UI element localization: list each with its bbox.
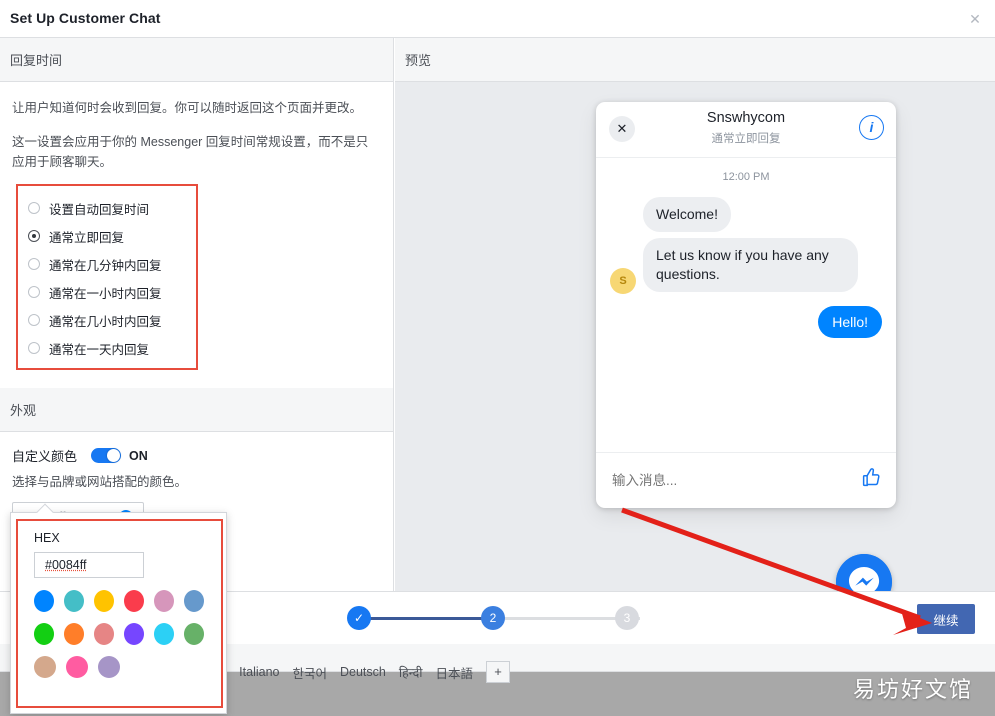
hex-label: HEX (34, 531, 60, 545)
dialog-title-bar: Set Up Customer Chat ✕ (0, 0, 995, 38)
step-track-complete (359, 617, 499, 620)
radio-option-few-hours[interactable]: 通常在几小时内回复 (18, 306, 196, 334)
custom-color-row: 自定义颜色 ON (0, 432, 393, 465)
appearance-section-title: 外观 (10, 403, 37, 418)
color-swatch[interactable] (124, 590, 144, 612)
reply-time-radio-group: 设置自动回复时间 通常立即回复 通常在几分钟内回复 通常在一小时内回复 通常在几… (16, 184, 198, 370)
radio-label: 通常在一小时内回复 (49, 286, 162, 301)
message-row-incoming: Welcome! (596, 183, 896, 236)
chat-message-input[interactable] (612, 473, 812, 488)
preview-section-title: 预览 (405, 53, 432, 68)
reply-time-section-title: 回复时间 (10, 53, 63, 68)
radio-label: 通常在几小时内回复 (49, 314, 162, 329)
color-picker-popover: HEX (10, 503, 227, 714)
reply-time-section-header: 回复时间 (0, 38, 393, 82)
radio-icon-selected (28, 230, 40, 242)
swatch-row (34, 656, 214, 678)
custom-color-toggle[interactable] (91, 448, 122, 463)
step-3-upcoming[interactable]: 3 (615, 606, 639, 630)
step-1-complete[interactable]: ✓ (347, 606, 371, 630)
color-swatch[interactable] (34, 590, 54, 612)
chat-preview-card: ✕ Snswhycom 通常立即回复 i 12:00 PM Welcome! S… (596, 102, 896, 508)
language-item-hindi[interactable]: हिन्दी (399, 664, 423, 681)
radio-icon (28, 314, 40, 326)
color-swatch[interactable] (154, 590, 174, 612)
color-swatch[interactable] (34, 623, 54, 645)
continue-button[interactable]: 继续 (917, 604, 975, 634)
chat-composer (596, 452, 896, 508)
close-icon[interactable]: ✕ (965, 9, 985, 29)
color-swatch[interactable] (184, 590, 204, 612)
color-swatch[interactable] (98, 656, 120, 678)
swatch-row (34, 590, 214, 612)
color-swatch[interactable] (154, 623, 174, 645)
language-item-german[interactable]: Deutsch (340, 665, 386, 679)
color-swatch[interactable] (64, 623, 84, 645)
radio-label: 通常在几分钟内回复 (49, 258, 162, 273)
add-language-button[interactable]: + (486, 661, 510, 683)
chat-header: ✕ Snswhycom 通常立即回复 i (596, 102, 896, 158)
color-swatch-grid (34, 590, 214, 678)
description-line-1: 让用户知道何时会收到回复。你可以随时返回这个页面并更改。 (12, 101, 363, 115)
radio-option-instant-reply[interactable]: 通常立即回复 (18, 222, 196, 250)
radio-label: 通常在一天内回复 (49, 342, 150, 357)
avatar: S (610, 268, 636, 294)
radio-option-one-day[interactable]: 通常在一天内回复 (18, 334, 196, 362)
color-swatch[interactable] (94, 623, 114, 645)
app-root: Set Up Customer Chat ✕ 回复时间 让用户知道何时会收到回复… (0, 0, 995, 716)
radio-icon (28, 258, 40, 270)
color-swatch[interactable] (94, 590, 114, 612)
language-item-italian[interactable]: Italiano (239, 665, 279, 679)
toggle-state-label: ON (129, 448, 148, 463)
message-bubble-questions: Let us know if you have any questions. (643, 238, 858, 292)
reply-time-body: 让用户知道何时会收到回复。你可以随时返回这个页面并更改。 这一设置会应用于你的 … (0, 82, 393, 370)
color-swatch[interactable] (124, 623, 144, 645)
messenger-bubble-icon[interactable] (836, 554, 892, 591)
custom-color-label: 自定义颜色 (12, 449, 78, 464)
watermark: 易坊好文馆 (852, 677, 973, 702)
check-icon: ✓ (353, 611, 365, 625)
info-icon[interactable]: i (859, 115, 884, 140)
radio-icon (28, 286, 40, 298)
preview-section-header: 预览 (395, 38, 995, 82)
color-swatch[interactable] (66, 656, 88, 678)
step-2-current[interactable]: 2 (481, 606, 505, 630)
radio-icon (28, 342, 40, 354)
message-row-outgoing: Hello! (596, 296, 896, 338)
color-swatch[interactable] (64, 590, 84, 612)
radio-label: 通常立即回复 (49, 230, 125, 245)
chat-response-time: 通常立即回复 (711, 133, 781, 145)
appearance-section-header: 外观 (0, 388, 393, 432)
chat-timestamp: 12:00 PM (722, 171, 770, 183)
thumbs-up-icon[interactable] (861, 467, 882, 494)
swatch-row (34, 623, 214, 645)
chat-message-list: 12:00 PM Welcome! S Let us know if you h… (596, 158, 896, 450)
preview-panel: 预览 ✕ Snswhycom 通常立即回复 i 12:00 PM Welcome… (395, 38, 995, 591)
radio-option-one-hour[interactable]: 通常在一小时内回复 (18, 278, 196, 306)
radio-label: 设置自动回复时间 (49, 202, 150, 217)
message-bubble-welcome: Welcome! (643, 197, 731, 232)
language-item-korean[interactable]: 한국어 (292, 663, 327, 682)
radio-icon (28, 202, 40, 214)
hex-input[interactable] (34, 552, 144, 578)
custom-color-description: 选择与品牌或网站搭配的颜色。 (12, 475, 188, 489)
message-bubble-hello: Hello! (818, 306, 882, 338)
page-title: Set Up Customer Chat (10, 10, 161, 26)
settings-panel: 回复时间 让用户知道何时会收到回复。你可以随时返回这个页面并更改。 这一设置会应… (0, 38, 394, 591)
color-swatch[interactable] (184, 623, 204, 645)
chat-page-name: Snswhycom (706, 110, 786, 126)
color-picker-annotation-box: HEX (16, 519, 223, 708)
toggle-knob (107, 449, 121, 462)
language-item-japanese[interactable]: 日本語 (435, 663, 473, 682)
description-line-2: 这一设置会应用于你的 Messenger 回复时间常规设置，而不是只应用于顾客聊… (12, 135, 369, 169)
message-row-incoming: S Let us know if you have any questions. (596, 236, 896, 296)
radio-option-minutes[interactable]: 通常在几分钟内回复 (18, 250, 196, 278)
step-indicator: ✓ 2 3 (347, 606, 640, 630)
radio-option-auto-reply-time[interactable]: 设置自动回复时间 (18, 194, 196, 222)
color-swatch[interactable] (34, 656, 56, 678)
